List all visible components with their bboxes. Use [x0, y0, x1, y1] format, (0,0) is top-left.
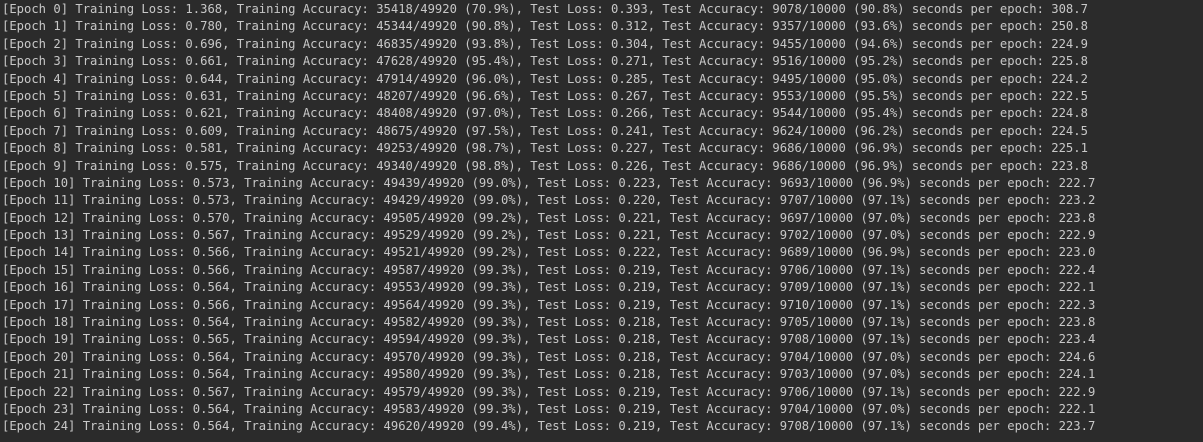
log-line-epoch-16: [Epoch 16] Training Loss: 0.564, Trainin… [2, 280, 1096, 295]
log-line-epoch-8: [Epoch 8] Training Loss: 0.581, Training… [2, 141, 1088, 156]
log-line-epoch-22: [Epoch 22] Training Loss: 0.567, Trainin… [2, 384, 1096, 399]
log-line-epoch-21: [Epoch 21] Training Loss: 0.564, Trainin… [2, 367, 1096, 382]
log-line-epoch-12: [Epoch 12] Training Loss: 0.570, Trainin… [2, 210, 1096, 225]
log-line-epoch-19: [Epoch 19] Training Loss: 0.565, Trainin… [2, 332, 1096, 347]
log-line-epoch-9: [Epoch 9] Training Loss: 0.575, Training… [2, 158, 1088, 173]
log-line-epoch-11: [Epoch 11] Training Loss: 0.573, Trainin… [2, 193, 1096, 208]
log-line-epoch-14: [Epoch 14] Training Loss: 0.566, Trainin… [2, 245, 1096, 260]
log-line-epoch-3: [Epoch 3] Training Loss: 0.661, Training… [2, 54, 1088, 69]
log-line-epoch-5: [Epoch 5] Training Loss: 0.631, Training… [2, 88, 1088, 103]
log-line-epoch-7: [Epoch 7] Training Loss: 0.609, Training… [2, 123, 1088, 138]
log-line-epoch-23: [Epoch 23] Training Loss: 0.564, Trainin… [2, 401, 1096, 416]
log-line-epoch-10: [Epoch 10] Training Loss: 0.573, Trainin… [2, 175, 1096, 190]
log-line-epoch-20: [Epoch 20] Training Loss: 0.564, Trainin… [2, 349, 1096, 364]
log-line-epoch-4: [Epoch 4] Training Loss: 0.644, Training… [2, 71, 1088, 86]
log-line-epoch-1: [Epoch 1] Training Loss: 0.780, Training… [2, 19, 1088, 34]
log-line-epoch-2: [Epoch 2] Training Loss: 0.696, Training… [2, 36, 1088, 51]
console-output: [Epoch 0] Training Loss: 1.368, Training… [0, 0, 1203, 442]
log-line-epoch-13: [Epoch 13] Training Loss: 0.567, Trainin… [2, 228, 1096, 243]
log-line-epoch-6: [Epoch 6] Training Loss: 0.621, Training… [2, 106, 1088, 121]
log-line-epoch-17: [Epoch 17] Training Loss: 0.566, Trainin… [2, 297, 1096, 312]
log-line-epoch-15: [Epoch 15] Training Loss: 0.566, Trainin… [2, 262, 1096, 277]
log-line-epoch-24: [Epoch 24] Training Loss: 0.564, Trainin… [2, 419, 1096, 434]
log-line-epoch-0: [Epoch 0] Training Loss: 1.368, Training… [2, 2, 1088, 16]
log-line-epoch-18: [Epoch 18] Training Loss: 0.564, Trainin… [2, 315, 1096, 330]
